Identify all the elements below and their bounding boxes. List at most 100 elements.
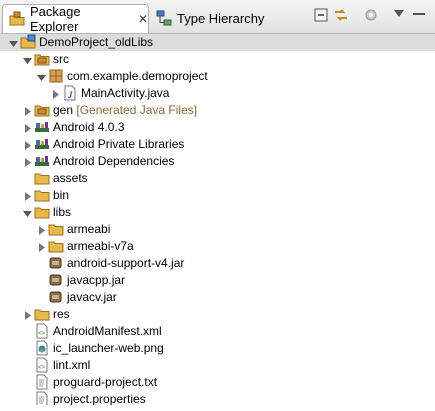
source-folder-icon xyxy=(34,51,50,67)
collapsed-twistie-icon[interactable] xyxy=(22,157,32,167)
tree-node[interactable]: libs xyxy=(0,204,435,221)
folder-icon xyxy=(48,238,64,254)
folder-icon xyxy=(34,204,50,220)
node-name: com.example.demoproject xyxy=(67,69,208,83)
package-explorer-icon xyxy=(9,11,25,26)
node-name: bin xyxy=(53,188,70,202)
node-name: src xyxy=(53,52,69,66)
node-name: DemoProject_oldLibs xyxy=(39,35,154,49)
tree-node[interactable]: ic_launcher-web.png xyxy=(0,340,435,357)
text-file-icon xyxy=(34,374,50,390)
project-icon xyxy=(20,34,36,50)
tree-node[interactable]: DemoProject_oldLibs xyxy=(0,34,435,51)
link-with-editor-icon[interactable] xyxy=(334,8,348,22)
tree-node[interactable]: gen [Generated Java Files] xyxy=(0,102,435,119)
tree-node-label: armeabi xyxy=(67,221,110,238)
svg-text:<>: <> xyxy=(38,365,46,371)
node-decoration: [Generated Java Files] xyxy=(73,103,198,117)
collapsed-twistie-icon[interactable] xyxy=(22,106,32,116)
svg-text:J: J xyxy=(67,90,73,100)
folder-icon xyxy=(48,221,64,237)
type-hierarchy-icon xyxy=(156,10,172,26)
node-name: MainActivity.java xyxy=(81,86,170,100)
close-icon[interactable]: ✕ xyxy=(138,12,148,26)
tree-node-label: javacpp.jar xyxy=(67,272,125,289)
tree-node[interactable]: Android Dependencies xyxy=(0,153,435,170)
focus-icon[interactable] xyxy=(364,8,378,22)
xml-file-icon: <> xyxy=(34,357,50,373)
tree-node[interactable]: com.example.demoproject xyxy=(0,68,435,85)
view-menu-icon[interactable] xyxy=(394,10,404,18)
tree-node[interactable]: <> AndroidManifest.xml xyxy=(0,323,435,340)
node-name: proguard-project.txt xyxy=(53,375,158,389)
jar-icon xyxy=(48,272,64,288)
java-file-icon: J xyxy=(62,85,78,101)
node-name: javacv.jar xyxy=(67,290,117,304)
node-name: Android Dependencies xyxy=(53,154,175,168)
tree-node[interactable]: javacv.jar xyxy=(0,289,435,306)
expanded-twistie-icon[interactable] xyxy=(22,208,32,218)
tree-node-label: Android Dependencies xyxy=(53,153,174,170)
collapsed-twistie-icon[interactable] xyxy=(36,242,46,252)
expanded-twistie-icon[interactable] xyxy=(8,38,18,48)
collapsed-twistie-icon[interactable] xyxy=(22,123,32,133)
view-tab-bar: Package Explorer ✕ Type Hierarchy xyxy=(0,0,435,34)
tab-package-explorer[interactable]: Package Explorer ✕ xyxy=(2,4,149,34)
tree-node[interactable]: res xyxy=(0,306,435,323)
node-name: ic_launcher-web.png xyxy=(53,341,164,355)
package-icon xyxy=(48,68,64,84)
node-name: android-support-v4.jar xyxy=(67,256,185,270)
expanded-twistie-icon[interactable] xyxy=(36,72,46,82)
tab-type-hierarchy[interactable]: Type Hierarchy xyxy=(150,4,290,32)
collapsed-twistie-icon[interactable] xyxy=(36,225,46,235)
tab-label: Package Explorer xyxy=(30,4,81,34)
collapsed-twistie-icon[interactable] xyxy=(22,310,32,320)
library-icon xyxy=(34,136,50,152)
tree-node[interactable]: J MainActivity.java xyxy=(0,85,435,102)
tree-node-label: armeabi-v7a xyxy=(67,238,134,255)
library-icon xyxy=(34,153,50,169)
image-file-icon xyxy=(34,340,50,356)
node-name: libs xyxy=(53,205,72,219)
node-name: armeabi-v7a xyxy=(67,239,134,253)
tree-node-label: javacv.jar xyxy=(67,289,117,306)
tree-node[interactable]: Android 4.0.3 xyxy=(0,119,435,136)
expanded-twistie-icon[interactable] xyxy=(22,55,32,65)
tree-node-label: DemoProject_oldLibs xyxy=(39,34,153,51)
collapsed-twistie-icon[interactable] xyxy=(22,191,32,201)
tree-node-label: ic_launcher-web.png xyxy=(53,340,164,357)
tree-node-label: gen [Generated Java Files] xyxy=(53,102,197,119)
tree-node[interactable]: armeabi-v7a xyxy=(0,238,435,255)
tree-node-label: bin xyxy=(53,187,69,204)
tree-node-label: lint.xml xyxy=(53,357,90,374)
tree-node-label: android-support-v4.jar xyxy=(67,255,184,272)
tab-label: Type Hierarchy xyxy=(177,10,265,26)
tree-node[interactable]: src xyxy=(0,51,435,68)
collapsed-twistie-icon[interactable] xyxy=(22,140,32,150)
tree-node-label: AndroidManifest.xml xyxy=(53,323,162,340)
tree-node[interactable]: bin xyxy=(0,187,435,204)
node-name: Android 4.0.3 xyxy=(53,120,125,134)
folder-icon xyxy=(34,187,50,203)
tree-bottom-edge xyxy=(0,405,435,411)
tree-node-label: libs xyxy=(53,204,71,221)
tree-node[interactable]: Android Private Libraries xyxy=(0,136,435,153)
tree-node[interactable]: javacpp.jar xyxy=(0,272,435,289)
tree-node-label: res xyxy=(53,306,70,323)
tree-node-label: proguard-project.txt xyxy=(53,374,157,391)
jar-icon xyxy=(48,255,64,271)
tree-node[interactable]: assets xyxy=(0,170,435,187)
node-name: Android Private Libraries xyxy=(53,137,185,151)
collapsed-twistie-icon[interactable] xyxy=(50,89,60,99)
tree-node[interactable]: <> lint.xml xyxy=(0,357,435,374)
package-explorer-tree: DemoProject_oldLibssrc com.example.demopr… xyxy=(0,34,435,411)
collapse-all-icon[interactable] xyxy=(314,8,328,22)
node-name: AndroidManifest.xml xyxy=(53,324,162,338)
tree-node[interactable]: armeabi xyxy=(0,221,435,238)
tree-node[interactable]: proguard-project.txt xyxy=(0,374,435,391)
xml-file-icon: <> xyxy=(34,323,50,339)
folder-icon xyxy=(34,170,50,186)
minimize-icon[interactable] xyxy=(412,10,426,18)
node-name: javacpp.jar xyxy=(67,273,126,287)
tree-node[interactable]: android-support-v4.jar xyxy=(0,255,435,272)
